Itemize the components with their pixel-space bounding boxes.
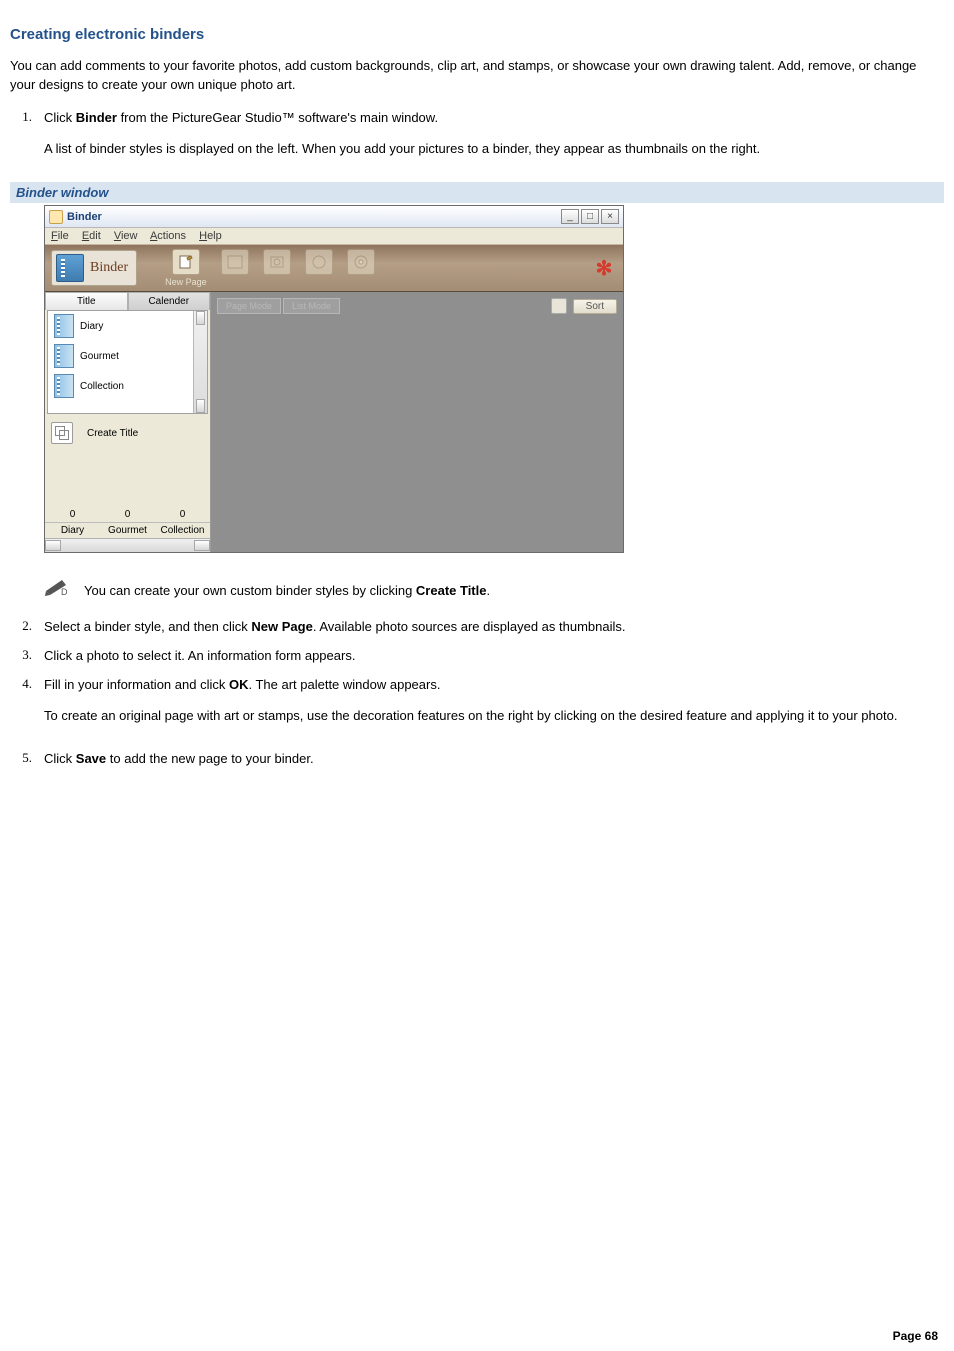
page-icon: [221, 249, 249, 275]
section-label: Binder: [90, 260, 128, 276]
new-page-button[interactable]: New Page: [165, 249, 207, 287]
notebook-icon: [54, 314, 74, 338]
figure-caption: Binder window: [10, 182, 944, 203]
count-label-collection: Collection: [155, 522, 210, 538]
window-title: Binder: [67, 211, 102, 223]
minimize-button[interactable]: _: [561, 209, 579, 224]
menu-help[interactable]: Help: [199, 230, 222, 242]
maximize-button[interactable]: □: [581, 209, 599, 224]
new-page-icon: [172, 249, 200, 275]
preview-icon: [263, 249, 291, 275]
horizontal-scrollbar[interactable]: [45, 538, 210, 552]
toolbar-button-4[interactable]: [305, 249, 333, 287]
globe-icon: [305, 249, 333, 275]
main-pane: Page Mode List Mode Sort: [211, 292, 623, 552]
count-label-gourmet: Gourmet: [100, 522, 155, 538]
step-number: 2.: [10, 618, 44, 637]
toolbar-button-5[interactable]: [347, 249, 375, 287]
binder-window: Binder _ □ × File Edit View Actions Help…: [44, 205, 624, 553]
intro-paragraph: You can add comments to your favorite ph…: [10, 57, 944, 95]
menu-view[interactable]: View: [114, 230, 138, 242]
count-collection: 0: [155, 507, 210, 522]
count-gourmet: 0: [100, 507, 155, 522]
style-item-collection[interactable]: Collection: [48, 371, 207, 401]
note: D You can create your own custom binder …: [44, 577, 944, 600]
step-1-detail: A list of binder styles is displayed on …: [44, 140, 944, 159]
app-icon: [49, 210, 63, 224]
menu-actions[interactable]: Actions: [150, 230, 186, 242]
create-title-button[interactable]: Create Title: [45, 414, 210, 452]
menu-bar: File Edit View Actions Help: [45, 228, 623, 244]
style-item-diary[interactable]: Diary: [48, 311, 207, 341]
step-5-text: Click Save to add the new page to your b…: [44, 750, 944, 769]
style-item-gourmet[interactable]: Gourmet: [48, 341, 207, 371]
disc-icon: [347, 249, 375, 275]
step-3-text: Click a photo to select it. An informati…: [44, 647, 944, 666]
step-number: 5.: [10, 750, 44, 769]
step-number: 4.: [10, 676, 44, 740]
page-heading: Creating electronic binders: [10, 26, 944, 43]
window-titlebar: Binder _ □ ×: [45, 206, 623, 228]
decoration-icon[interactable]: ✻: [591, 255, 617, 281]
tab-calendar[interactable]: Calender: [128, 292, 211, 310]
toolbar-button-2[interactable]: [221, 249, 249, 287]
close-button[interactable]: ×: [601, 209, 619, 224]
sort-button[interactable]: Sort: [573, 299, 617, 314]
page-mode-button[interactable]: Page Mode: [217, 298, 281, 314]
step-4-detail: To create an original page with art or s…: [44, 707, 944, 726]
svg-text:D: D: [61, 587, 68, 597]
list-mode-button[interactable]: List Mode: [283, 298, 340, 314]
style-list: Diary Gourmet Collection: [47, 310, 208, 414]
count-label-diary: Diary: [45, 522, 100, 538]
step-1-text: Click Binder from the PictureGear Studio…: [44, 110, 438, 125]
step-number: 1.: [10, 109, 44, 173]
step-2-text: Select a binder style, and then click Ne…: [44, 618, 944, 637]
pencil-icon: D: [44, 577, 76, 600]
note-text: You can create your own custom binder st…: [84, 577, 490, 598]
toolbar: Binder New Page ✻: [45, 244, 623, 292]
step-number: 3.: [10, 647, 44, 666]
zoom-icon[interactable]: [551, 298, 567, 314]
menu-file[interactable]: File: [51, 230, 69, 242]
binder-icon: [56, 254, 84, 282]
tab-title[interactable]: Title: [45, 292, 128, 310]
vertical-scrollbar[interactable]: [193, 311, 207, 413]
menu-edit[interactable]: Edit: [82, 230, 101, 242]
step-4-text: Fill in your information and click OK. T…: [44, 677, 440, 692]
create-title-icon: [51, 422, 73, 444]
page-footer: Page 68: [10, 1329, 944, 1343]
sidebar: Title Calender Diary Gourmet Collection …: [45, 292, 211, 552]
toolbar-button-3[interactable]: [263, 249, 291, 287]
notebook-icon: [54, 374, 74, 398]
count-diary: 0: [45, 507, 100, 522]
notebook-icon: [54, 344, 74, 368]
section-indicator: Binder: [51, 250, 137, 286]
